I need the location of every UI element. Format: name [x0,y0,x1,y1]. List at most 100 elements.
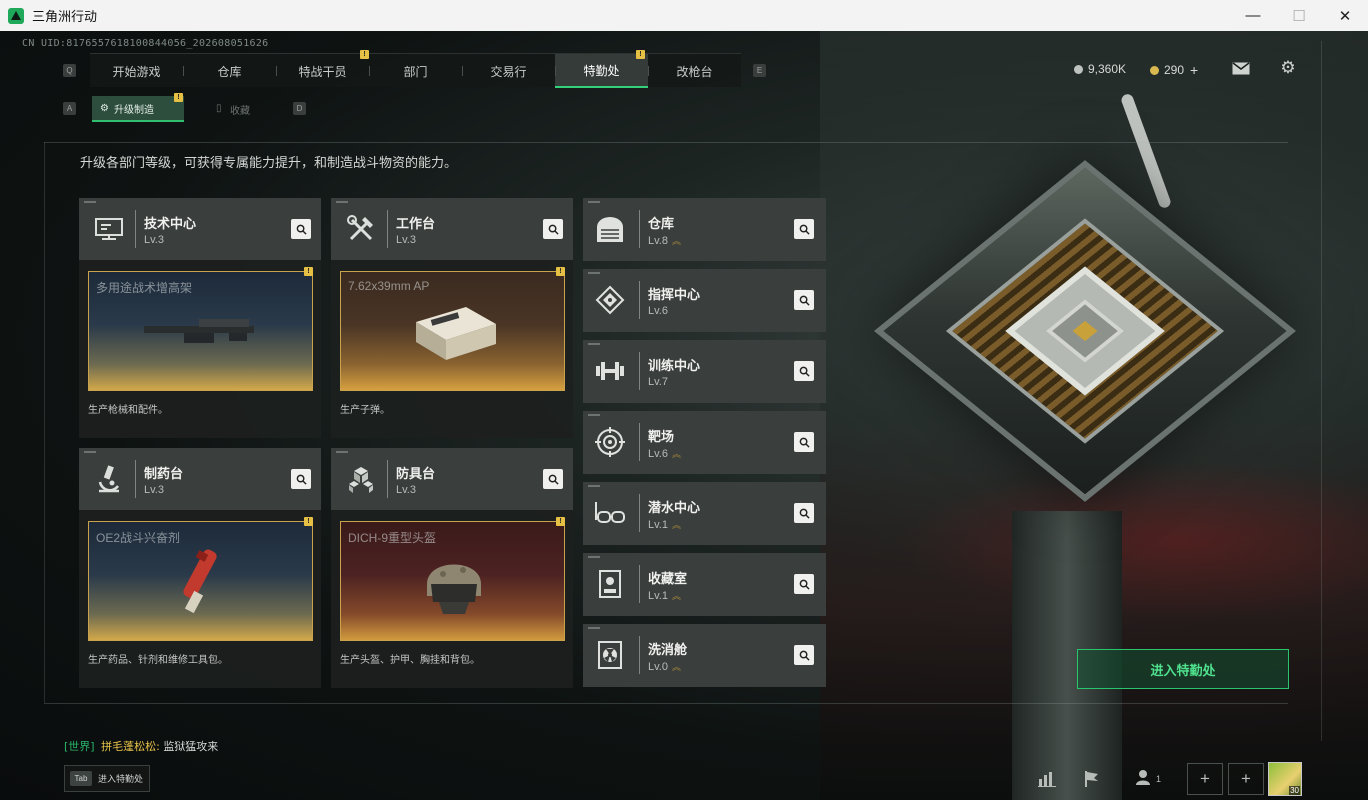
department-card-shooting-range[interactable]: 靶场 Lv.6 ︽ [583,411,826,474]
search-icon[interactable] [794,361,814,381]
upgradable-chevron-icon: ︽ [671,449,681,459]
search-icon[interactable] [794,290,814,310]
department-level-row: Lv.6 [648,305,672,317]
department-level: Lv.8 [648,235,668,247]
upgradable-chevron-icon: ︽ [671,236,681,246]
department-level: Lv.3 [144,484,164,496]
tab-upgrade-craft[interactable]: ⚙ 升级制造 [92,96,184,122]
add-party-slot-1[interactable]: + [1187,763,1223,795]
tab-start-game[interactable]: 开始游戏 [90,54,183,88]
department-desc: 生产头盔、护甲、胸挂和背包。 [340,655,480,666]
search-icon[interactable] [794,432,814,452]
minimize-button[interactable]: — [1230,0,1276,31]
search-icon[interactable] [543,469,563,489]
tab-collection[interactable]: ▯ 收藏 [208,96,278,122]
stats-chart-icon[interactable] [1029,763,1065,795]
product-slot[interactable]: 7.62x39mm AP ! [340,267,565,391]
search-icon[interactable] [794,503,814,523]
department-name: 靶场 [648,430,675,445]
chat-channel: [世界] [64,740,95,753]
mail-icon[interactable] [1230,57,1252,79]
department-level: Lv.3 [144,234,164,246]
department-card-diving-center[interactable]: 潜水中心 Lv.1 ︽ [583,482,826,545]
player-avatar[interactable]: 30 [1268,762,1302,796]
search-icon[interactable] [794,645,814,665]
department-card-collection-room[interactable]: 收藏室 Lv.1 ︽ [583,553,826,616]
card-header: 防具台 Lv.3 [331,448,573,510]
warehouse-icon [593,210,627,248]
add-gold-button[interactable]: + [1190,62,1198,78]
department-desc: 生产药品、针剂和维修工具包。 [88,655,228,666]
upgrade-alert-badge: ! [174,93,183,102]
department-level-row: Lv.6 ︽ [648,447,681,460]
department-card-decontamination[interactable]: 洗消舱 Lv.0 ︽ [583,624,826,687]
department-name: 工作台 [396,217,436,232]
product-alert-badge: ! [304,267,313,276]
close-button[interactable]: ✕ [1322,0,1368,31]
radiation-icon [593,636,627,674]
gold-amount: 290 [1164,63,1185,77]
department-card-tech-center[interactable]: 技术中心 Lv.3 多用途战术增高架 ! 生产枪械和配件。 [79,198,321,438]
product-alert-badge: ! [556,517,565,526]
tab-shortcut-hint[interactable]: Tab 进入特勤处 [64,765,150,792]
chat-message[interactable]: [世界] 拼毛蓬松松: 监狱猛攻来 [64,738,218,754]
department-level-row: Lv.7 [648,376,672,388]
department-card-workbench[interactable]: 工作台 Lv.3 7.62x39mm AP ! 生产子弹。 [331,198,573,438]
product-name: 多用途战术增高架 [96,281,193,295]
tools-icon [341,210,381,248]
search-icon[interactable] [794,574,814,594]
department-card-training-center[interactable]: 训练中心 Lv.7 [583,340,826,403]
friends-count: 1 [1155,774,1161,784]
search-icon[interactable] [543,219,563,239]
search-icon[interactable] [794,219,814,239]
ammo-box-image [416,307,496,360]
silver-coin-icon [1074,64,1083,74]
operators-alert-badge: ! [360,50,369,59]
frame-line-top [44,142,1288,143]
special-ops-cube-illustration [870,126,1296,546]
window-title: 三角洲行动 [32,10,98,25]
product-slot[interactable]: 多用途战术增高架 ! [88,267,313,391]
department-level-row: Lv.1 ︽ [648,518,681,531]
search-icon[interactable] [291,219,311,239]
department-name: 制药台 [144,467,184,482]
friends-button[interactable]: 1 [1126,763,1170,795]
department-card-command-center[interactable]: 指挥中心 Lv.6 [583,269,826,332]
settings-gear-icon[interactable]: ⚙ [1277,57,1299,79]
window-titlebar: 三角洲行动 — ☐ ✕ [0,0,1368,31]
department-card-pharmacy[interactable]: 制药台 Lv.3 OE2战斗兴奋剂 ! 生产药品、针剂和维修工具包。 [79,448,321,688]
search-icon[interactable] [291,469,311,489]
flag-icon[interactable] [1074,763,1110,795]
intro-text: 升级各部门等级，可获得专属能力提升，和制造战斗物资的能力。 [80,156,458,171]
product-slot[interactable]: OE2战斗兴奋剂 ! [88,517,313,641]
tab-gunsmith[interactable]: 改枪台 [648,54,741,88]
player-level: 30 [1289,786,1300,795]
department-level: Lv.6 [648,305,668,317]
chat-text: 监狱猛攻来 [163,740,219,753]
add-party-slot-2[interactable]: + [1228,763,1264,795]
tab-trading[interactable]: 交易行 [462,54,555,88]
tab-key: Tab [70,771,92,786]
department-name: 仓库 [648,217,675,232]
department-level: Lv.6 [648,448,668,460]
tab-special-ops[interactable]: 特勤处 [555,54,648,88]
maximize-button[interactable]: ☐ [1276,0,1322,31]
gold-currency[interactable]: 290 + [1150,62,1198,78]
target-icon [593,423,627,461]
product-slot[interactable]: DICH-9重型头盔 ! [340,517,565,641]
tab-operators[interactable]: 特战干员 [276,54,369,88]
department-level-row: Lv.8 ︽ [648,234,681,247]
friends-icon [1135,769,1153,790]
department-card-armory[interactable]: 防具台 Lv.3 DICH-9重型头盔 ! 生产头盔、护甲、胸挂和背包。 [331,448,573,688]
tab-collection-label: 收藏 [230,105,250,117]
department-name: 潜水中心 [648,501,701,516]
game-viewport: CN UID:8176557618100844056_202608051626 … [0,31,1368,800]
department-level: Lv.7 [648,376,668,388]
cubes-icon [341,460,381,498]
special-ops-alert-badge: ! [636,50,645,59]
department-card-warehouse[interactable]: 仓库 Lv.8 ︽ [583,198,826,261]
gold-coin-icon [1150,65,1159,75]
tab-departments[interactable]: 部门 [369,54,462,88]
enter-special-ops-button[interactable]: 进入特勤处 [1077,649,1289,689]
tab-warehouse[interactable]: 仓库 [183,54,276,88]
